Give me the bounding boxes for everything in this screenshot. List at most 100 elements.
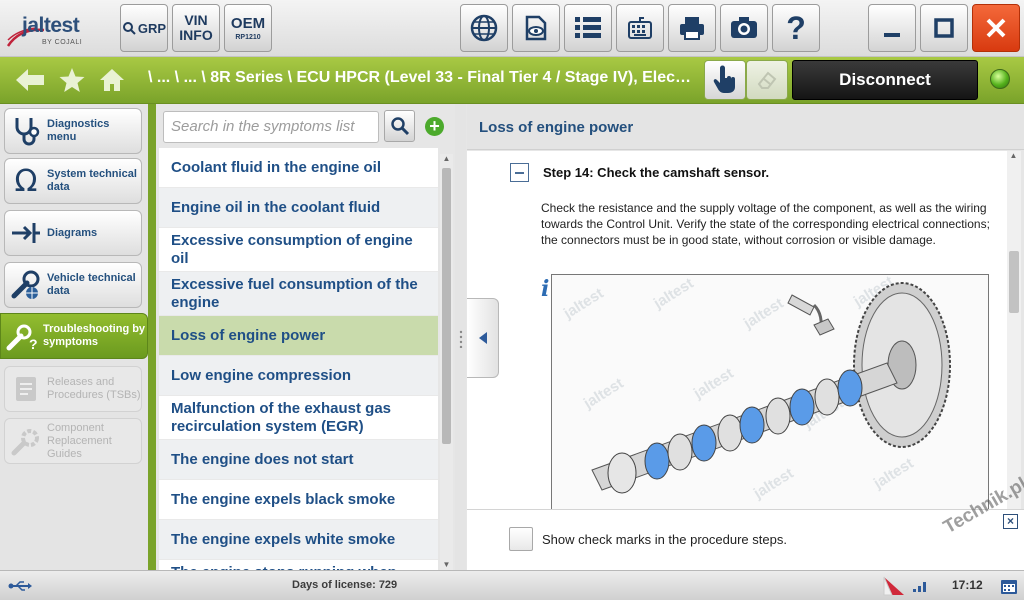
close-icon — [986, 18, 1006, 38]
jaltest-logo: jaltest BY COJALI — [6, 8, 110, 52]
sidebar-item-label: Troubleshooting by symptoms — [43, 323, 146, 348]
sidebar-item-releases-and-procedures: Releases and Procedures (TSBs) — [4, 366, 142, 412]
printer-icon — [680, 17, 704, 40]
maximize-icon — [934, 18, 954, 38]
clear-button — [746, 60, 788, 100]
symptom-item[interactable]: Malfunction of the exhaust gas recircula… — [159, 396, 438, 440]
grp-button[interactable]: GRP — [120, 4, 168, 52]
sidebar-item-label: Diagnostics menu — [47, 118, 110, 143]
touch-mode-button[interactable] — [704, 60, 746, 100]
connection-status-led-icon — [990, 69, 1010, 89]
omega-icon: Ω — [14, 163, 38, 199]
app-window: jaltest BY COJALI GRP VIN INFO OEM RP121… — [0, 0, 1024, 600]
print-button[interactable] — [668, 4, 716, 52]
close-button[interactable] — [972, 4, 1020, 52]
top-toolbar: jaltest BY COJALI GRP VIN INFO OEM RP121… — [0, 0, 1024, 57]
sidebar-item-component-replacement-guides: Component Replacement Guides — [4, 418, 142, 464]
minimize-button[interactable] — [868, 4, 916, 52]
navigation-bar: \ ... \ ... \ 8R Series \ ECU HPCR (Leve… — [0, 57, 1024, 104]
sidebar-item-label: Component Replacement Guides — [47, 421, 112, 460]
minimize-icon — [884, 33, 900, 37]
symptom-item[interactable]: The engine expels white smoke — [159, 520, 438, 560]
scroll-up-icon[interactable]: ▲ — [441, 154, 452, 164]
breadcrumb[interactable]: \ ... \ ... \ 8R Series \ ECU HPCR (Leve… — [148, 69, 693, 87]
close-footer-button[interactable]: × — [1003, 514, 1018, 529]
camera-icon — [731, 17, 757, 38]
symptom-item[interactable]: The engine expels black smoke — [159, 480, 438, 520]
logo-brand: jaltest — [22, 14, 80, 37]
sidebar-item-diagrams[interactable]: Diagrams — [4, 210, 142, 256]
wifi-signal-icon — [913, 582, 926, 592]
sidebar-item-troubleshooting-by-symptoms[interactable]: ? Troubleshooting by symptoms — [0, 313, 148, 359]
detail-title: Loss of engine power — [479, 119, 634, 136]
symptom-item[interactable]: The engine does not start — [159, 440, 438, 480]
sidebar-item-diagnostics-menu[interactable]: Diagnostics menu — [4, 108, 142, 154]
symptom-item[interactable]: Low engine compression — [159, 356, 438, 396]
pointing-hand-icon — [713, 65, 735, 93]
collapse-left-arrow-icon — [478, 332, 487, 344]
splitter-grip-icon — [459, 330, 463, 348]
sidebar-item-label: System technical data — [47, 168, 137, 193]
back-arrow-icon[interactable] — [14, 66, 46, 94]
collapse-panel-button[interactable] — [467, 298, 499, 378]
detail-scrollbar[interactable]: ▲ — [1007, 151, 1021, 509]
list-button[interactable] — [564, 4, 612, 52]
symptom-item[interactable]: Excessive consumption of engine oil — [159, 228, 438, 272]
symptom-search-box[interactable] — [163, 111, 379, 143]
symptom-item[interactable]: The engine stops running when... — [159, 560, 438, 570]
sidebar-item-system-technical-data[interactable]: Ω System technical data — [4, 158, 142, 204]
collapse-step-icon[interactable] — [510, 163, 529, 182]
favorite-star-icon[interactable] — [58, 66, 86, 94]
add-symptom-button[interactable]: + — [425, 117, 444, 136]
sidebar-item-vehicle-technical-data[interactable]: Vehicle technical data — [4, 262, 142, 308]
wrench-question-icon: ? — [5, 318, 39, 354]
wrench-globe-icon — [9, 267, 43, 303]
clock: 17:12 — [952, 578, 983, 592]
symptom-item[interactable]: Excessive fuel consumption of the engine — [159, 272, 438, 316]
sidebar-divider — [148, 104, 156, 570]
globe-icon — [470, 14, 498, 42]
maximize-button[interactable] — [920, 4, 968, 52]
search-button[interactable] — [384, 110, 415, 142]
show-check-marks-label: Show check marks in the procedure steps. — [542, 532, 787, 547]
step-description: Check the resistance and the supply volt… — [541, 201, 990, 247]
procedure-content: Step 14: Check the camshaft sensor. Chec… — [467, 151, 1007, 509]
show-check-marks-checkbox[interactable] — [509, 527, 533, 551]
calendar-icon[interactable] — [1000, 577, 1018, 595]
view-document-button[interactable] — [512, 4, 560, 52]
sidebar-item-label: Vehicle technical data — [47, 272, 136, 297]
camshaft-illustration — [591, 282, 951, 494]
disconnect-button[interactable]: Disconnect — [792, 60, 978, 100]
symptoms-scroll-thumb[interactable] — [442, 168, 451, 444]
scroll-up-icon[interactable]: ▲ — [1008, 151, 1019, 161]
eraser-icon — [757, 71, 777, 89]
symptoms-panel: + Coolant fluid in the engine oil Engine… — [156, 104, 454, 570]
info-label: INFO — [179, 27, 213, 43]
symptom-item-selected[interactable]: Loss of engine power — [159, 316, 438, 356]
oem-label: OEM — [230, 14, 266, 32]
vin-label: VIN — [184, 12, 208, 28]
flag-logo-icon — [883, 576, 904, 596]
oem-button[interactable]: OEM RP1210 — [224, 4, 272, 52]
internet-button[interactable] — [460, 4, 508, 52]
symptom-item[interactable]: Engine oil in the coolant fluid — [159, 188, 438, 228]
camera-button[interactable] — [720, 4, 768, 52]
sidebar: Diagnostics menu Ω System technical data… — [0, 104, 148, 570]
list-icon — [575, 17, 601, 38]
document-icon — [9, 371, 43, 407]
symptoms-scrollbar[interactable]: ▲ ▼ — [440, 154, 453, 570]
symptom-item[interactable]: Coolant fluid in the engine oil — [159, 148, 438, 188]
sidebar-item-label: Diagrams — [47, 226, 98, 239]
scroll-down-icon[interactable]: ▼ — [441, 560, 452, 570]
detail-scroll-thumb[interactable] — [1009, 251, 1019, 313]
vin-info-button[interactable]: VIN INFO — [172, 4, 220, 52]
home-icon[interactable] — [98, 66, 126, 94]
stethoscope-icon — [9, 113, 43, 149]
keyboard-button[interactable] — [616, 4, 664, 52]
eye-document-icon — [525, 15, 547, 41]
step-header: Step 14: Check the camshaft sensor. — [510, 163, 769, 182]
camshaft-figure: jaltest jaltest jaltest jaltest jaltest … — [551, 274, 989, 509]
help-button[interactable]: ? — [772, 4, 820, 52]
symptom-search-input[interactable] — [171, 118, 371, 135]
info-icon[interactable]: i — [541, 276, 549, 302]
